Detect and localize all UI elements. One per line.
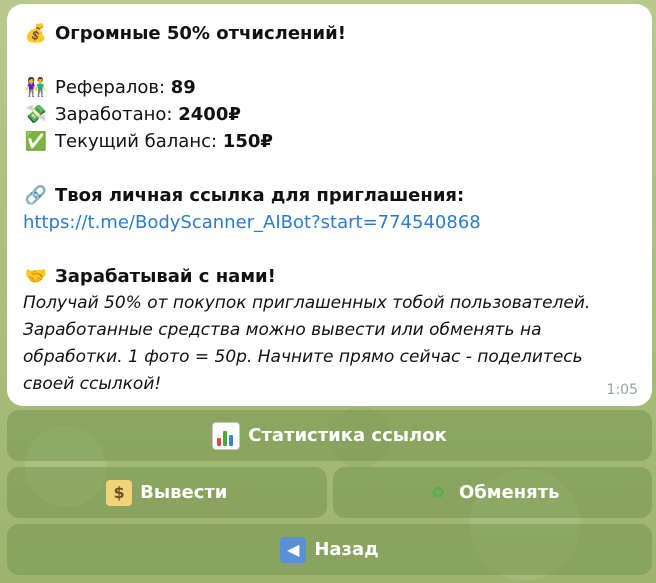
- bar-chart-icon: [212, 421, 241, 450]
- exchange-button-label: Обменять: [458, 482, 560, 503]
- back-button-label: Назад: [314, 539, 379, 560]
- exchange-button[interactable]: ♻ Обменять: [332, 467, 652, 518]
- message-time: 1:05: [606, 382, 638, 398]
- back-button[interactable]: ◀ Назад: [7, 524, 652, 575]
- link-heading-text: Твоя личная ссылка для приглашения:: [55, 185, 465, 206]
- invite-link[interactable]: https://t.me/BodyScanner_AIBot?start=774…: [23, 212, 481, 233]
- withdraw-button[interactable]: $ Вывести: [7, 467, 327, 518]
- money-icon: $: [106, 479, 133, 506]
- keyboard-row-2: $ Вывести ♻ Обменять: [7, 467, 652, 518]
- balance-value: 150₽: [222, 131, 273, 152]
- referrals-label: Рефералов:: [55, 77, 166, 98]
- money-wings-icon: 💸: [24, 104, 48, 125]
- referrals-line: 👫 Рефералов: 89: [23, 74, 636, 101]
- message-title: 💰 Огромные 50% отчислений!: [23, 20, 636, 47]
- earn-description: Получай 50% от покупок приглашенных тобо…: [23, 293, 591, 394]
- keyboard-row-1: Статистика ссылок: [7, 410, 652, 461]
- earn-heading: 🤝 Зарабатывай с нами!: [23, 263, 636, 290]
- check-mark-icon: ✅: [24, 131, 48, 152]
- balance-line: ✅ Текущий баланс: 150₽: [23, 128, 636, 155]
- link-heading: 🔗 Твоя личная ссылка для приглашения:: [23, 182, 636, 209]
- message-bubble: 💰 Огромные 50% отчислений! 👫 Рефералов: 89…: [7, 4, 652, 406]
- earned-value: 2400₽: [178, 104, 241, 125]
- balance-label: Текущий баланс:: [55, 131, 218, 152]
- handshake-icon: 🤝: [24, 266, 48, 287]
- money-bag-icon: 💰: [24, 23, 48, 44]
- people-icon: 👫: [24, 77, 48, 98]
- recycle-icon: ♻: [430, 483, 446, 502]
- link-icon: 🔗: [24, 185, 48, 206]
- invite-link-line: https://t.me/BodyScanner_AIBot?start=774…: [23, 209, 636, 236]
- message-title-text: Огромные 50% отчислений!: [55, 23, 346, 44]
- back-arrow-icon: ◀: [280, 536, 307, 563]
- withdraw-button-label: Вывести: [140, 482, 228, 503]
- earned-label: Заработано:: [55, 104, 173, 125]
- referrals-value: 89: [170, 77, 196, 98]
- stats-button-label: Статистика ссылок: [248, 425, 447, 446]
- stats-button[interactable]: Статистика ссылок: [7, 410, 652, 461]
- earn-heading-text: Зарабатывай с нами!: [55, 266, 276, 287]
- keyboard-row-3: ◀ Назад: [7, 524, 652, 575]
- earned-line: 💸 Заработано: 2400₽: [23, 101, 636, 128]
